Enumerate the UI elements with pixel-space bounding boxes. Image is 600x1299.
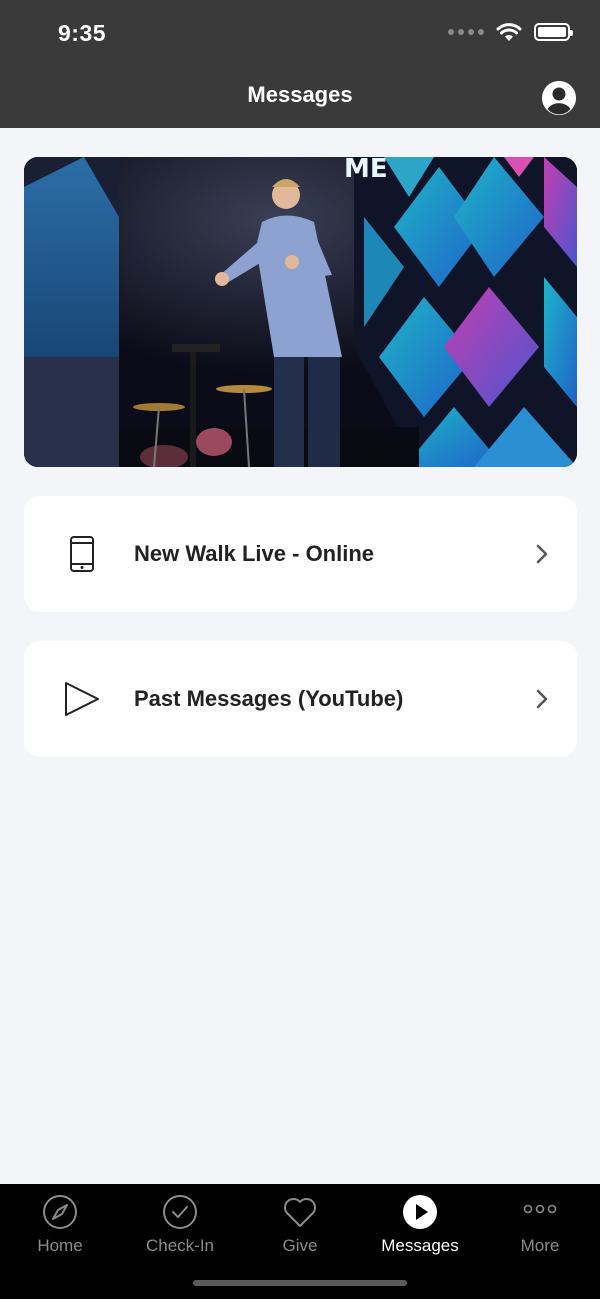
heart-icon xyxy=(280,1192,320,1232)
tab-messages[interactable]: Messages xyxy=(360,1192,480,1262)
tab-more[interactable]: More xyxy=(480,1192,600,1262)
past-messages-card[interactable]: Past Messages (YouTube) xyxy=(24,641,577,757)
app-header: 9:35 Messages xyxy=(0,0,600,128)
card-label: Past Messages (YouTube) xyxy=(134,686,404,711)
home-indicator[interactable] xyxy=(193,1280,407,1286)
tab-check-in[interactable]: Check-In xyxy=(120,1192,240,1262)
person-circle-icon xyxy=(542,81,576,115)
tab-home[interactable]: Home xyxy=(0,1192,120,1262)
new-walk-live-card[interactable]: New Walk Live - Online xyxy=(24,496,577,612)
hero-image[interactable]: ME xyxy=(24,157,577,467)
more-dots-icon xyxy=(520,1192,560,1232)
smartphone-icon xyxy=(62,534,102,574)
tab-label: Home xyxy=(37,1236,83,1255)
tab-label: Check-In xyxy=(145,1236,215,1255)
tab-label: Give xyxy=(282,1236,318,1255)
tab-label: Messages xyxy=(381,1236,459,1255)
cellular-signal-icon xyxy=(448,29,484,35)
play-outline-icon xyxy=(62,679,102,719)
check-circle-icon xyxy=(160,1192,200,1232)
wifi-icon xyxy=(496,23,522,41)
svg-text:ME: ME xyxy=(344,157,388,184)
card-label: New Walk Live - Online xyxy=(134,541,375,566)
profile-button[interactable] xyxy=(542,81,576,115)
compass-icon xyxy=(40,1192,80,1232)
tab-label: More xyxy=(520,1236,560,1255)
play-circle-icon xyxy=(400,1192,440,1232)
speaker-on-stage-image: ME xyxy=(24,157,577,467)
battery-icon xyxy=(534,23,573,41)
chevron-right-icon xyxy=(536,689,548,709)
tab-give[interactable]: Give xyxy=(240,1192,360,1262)
page-title: Messages xyxy=(247,82,353,107)
status-time: 9:35 xyxy=(58,20,107,46)
chevron-right-icon xyxy=(536,544,548,564)
status-icons xyxy=(448,22,573,42)
